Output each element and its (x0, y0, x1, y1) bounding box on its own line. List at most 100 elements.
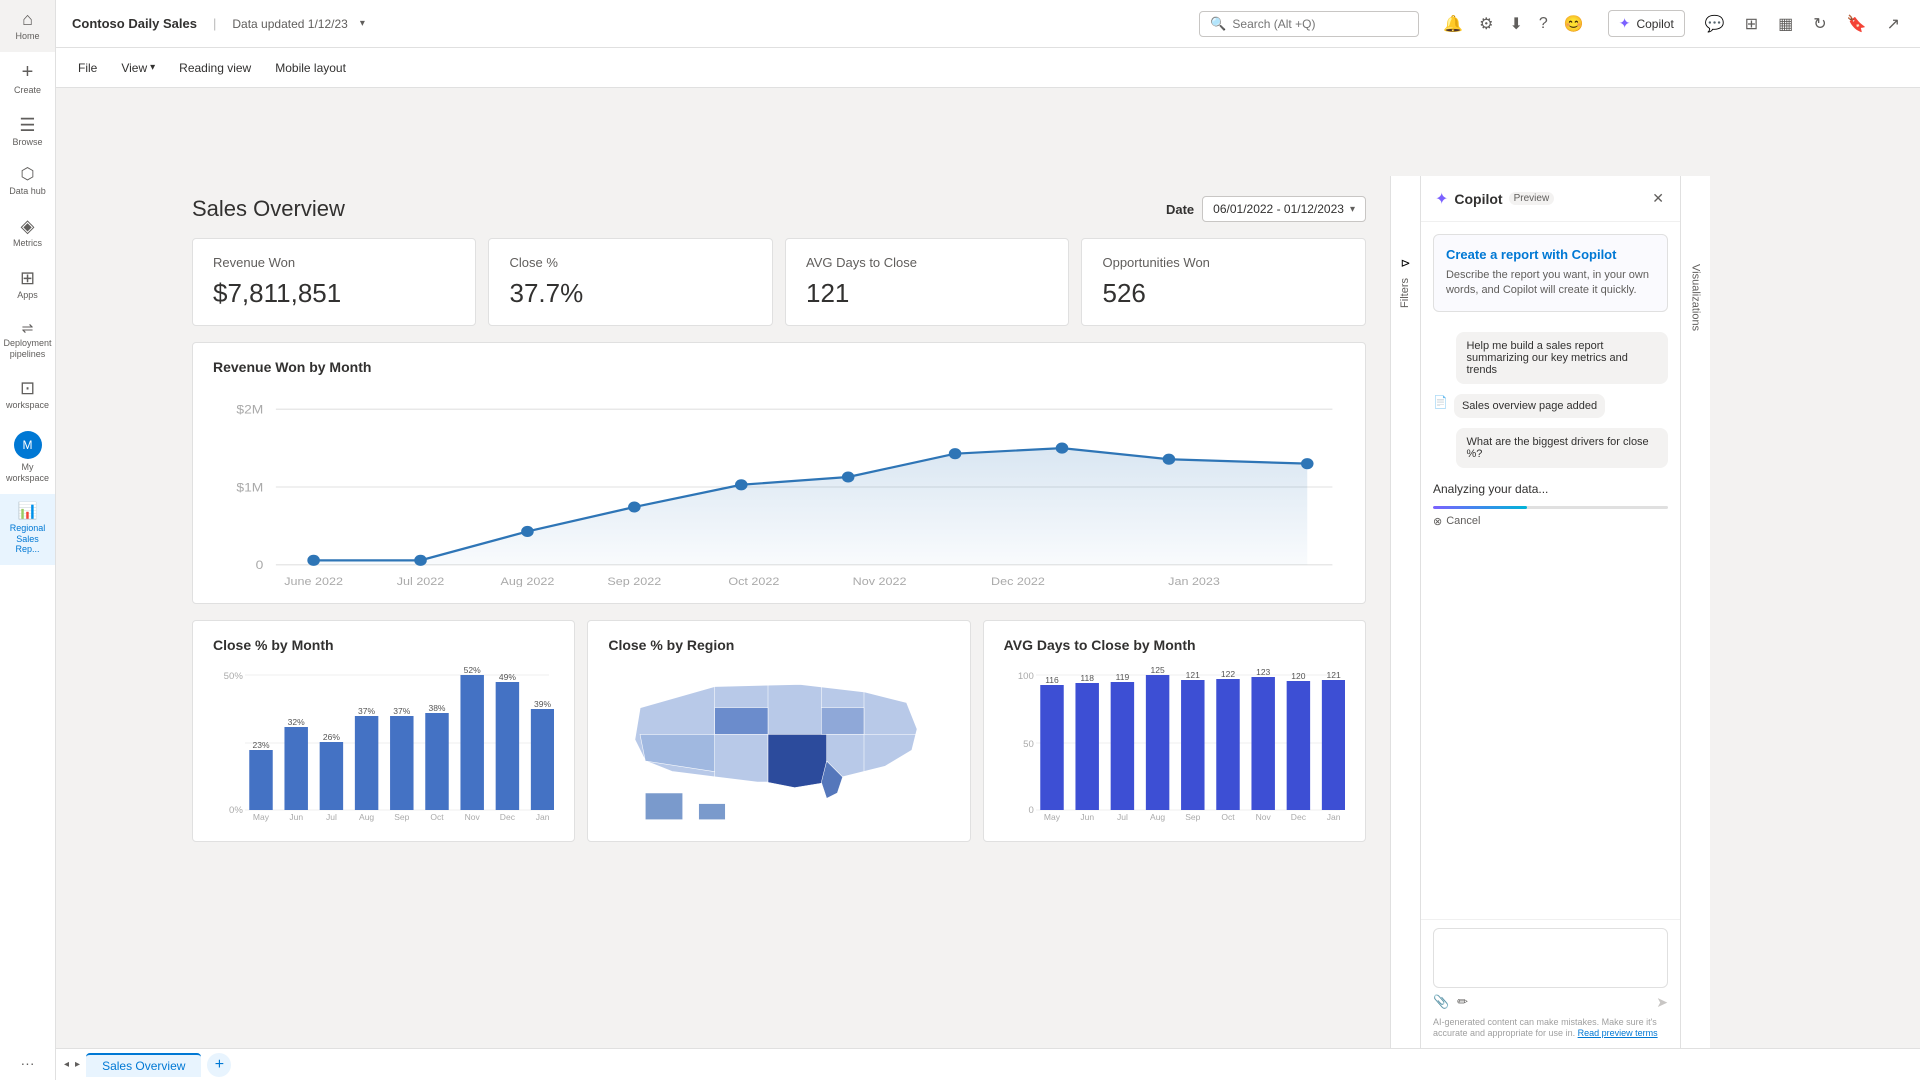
comment-icon[interactable]: 💬 (1701, 10, 1729, 38)
svg-text:Jan: Jan (1326, 813, 1340, 822)
sidebar-item-create[interactable]: + Create (0, 52, 55, 106)
kpi-label-avgdays: AVG Days to Close (806, 255, 1049, 270)
svg-text:49%: 49% (499, 673, 517, 682)
copilot-user-msg-1: Help me build a sales report summarizing… (1456, 332, 1668, 384)
search-input[interactable] (1232, 17, 1392, 31)
sidebar-item-myworkspace[interactable]: M Myworkspace (0, 421, 55, 494)
mobile-layout-label: Mobile layout (275, 61, 346, 75)
bookmark-icon[interactable]: 🔖 (1843, 10, 1871, 38)
refresh-icon[interactable]: ↻ (1809, 10, 1830, 38)
reading-view-btn[interactable]: Reading view (169, 57, 261, 79)
topbar-meta-chevron[interactable]: ▾ (360, 18, 365, 29)
attach-icon[interactable]: 📎 (1433, 994, 1449, 1010)
svg-text:Sep: Sep (1185, 813, 1201, 822)
copilot-progress-bar (1433, 506, 1527, 509)
svg-text:$2M: $2M (236, 402, 263, 416)
regional-icon: 📊 (18, 504, 38, 520)
view-options-icon[interactable]: ⊞ (1741, 10, 1762, 38)
share-icon[interactable]: ↗ (1883, 10, 1904, 38)
line-chart-card: Revenue Won by Month $2M $1M 0 (192, 342, 1366, 604)
copilot-input-icons: 📎 ✏ (1433, 994, 1468, 1010)
add-tab-button[interactable]: + (207, 1053, 231, 1077)
svg-text:123: 123 (1256, 668, 1271, 677)
visualizations-panel[interactable]: Visualizations (1680, 176, 1710, 1048)
sidebar-item-more[interactable]: ··· (0, 1046, 55, 1080)
svg-text:50%: 50% (224, 671, 243, 681)
sidebar-item-datahub[interactable]: ⬡ Data hub (0, 157, 55, 207)
svg-text:Oct: Oct (1221, 813, 1235, 822)
bottom-charts-row: Close % by Month 50% 0% 23% (192, 620, 1366, 842)
sidebar-item-browse[interactable]: ☰ Browse (0, 106, 55, 158)
copilot-create-title[interactable]: Create a report with Copilot (1446, 247, 1655, 262)
kpi-row: Revenue Won $7,811,851 Close % 37.7% AVG… (192, 238, 1366, 326)
copilot-create-card: Create a report with Copilot Describe th… (1433, 234, 1668, 312)
svg-text:120: 120 (1291, 672, 1306, 681)
copilot-footer: 📎 ✏ ➤ AI-generated content can make mist… (1421, 919, 1680, 1048)
sidebar-label-create: Create (14, 85, 41, 96)
copilot-title: Copilot (1454, 191, 1502, 207)
viz-label[interactable]: Visualizations (1689, 256, 1701, 339)
metrics-icon: ◈ (21, 217, 35, 235)
tab-sales-overview[interactable]: Sales Overview (86, 1053, 201, 1077)
svg-text:38%: 38% (428, 704, 446, 713)
svg-text:Sep: Sep (394, 813, 410, 822)
sidebar-item-regional[interactable]: 📊 RegionalSales Rep... (0, 494, 55, 565)
toolbar: File View ▾ Reading view Mobile layout (56, 48, 1920, 88)
svg-text:Aug: Aug (359, 813, 375, 822)
settings-icon[interactable]: ⚙ (1475, 10, 1497, 38)
sidebar-item-apps[interactable]: ⊞ Apps (0, 259, 55, 311)
copilot-system-msg-1: 📄 Sales overview page added (1433, 394, 1668, 418)
sidebar-item-deployment[interactable]: ⇌ Deploymentpipelines (0, 311, 55, 370)
sidebar-label-myworkspace: Myworkspace (6, 462, 49, 484)
copilot-header: ✦ Copilot Preview ✕ (1421, 176, 1680, 222)
copilot-send-button[interactable]: ➤ (1656, 994, 1668, 1011)
edit-icon[interactable]: ✏ (1457, 994, 1468, 1010)
feedback-icon[interactable]: 😊 (1560, 10, 1588, 38)
cancel-label: Cancel (1446, 515, 1480, 527)
topbar-title: Contoso Daily Sales (72, 16, 197, 31)
copilot-input-actions: 📎 ✏ ➤ (1433, 994, 1668, 1011)
svg-text:100: 100 (1018, 671, 1034, 681)
search-box[interactable]: 🔍 (1199, 11, 1419, 37)
tab-nav-next[interactable]: ▸ (75, 1059, 80, 1070)
sidebar-item-metrics[interactable]: ◈ Metrics (0, 207, 55, 259)
sidebar-item-home[interactable]: ⌂ Home (0, 0, 55, 52)
date-range-picker[interactable]: 06/01/2022 - 01/12/2023 ▾ (1202, 196, 1366, 222)
svg-text:Nov: Nov (1255, 813, 1271, 822)
filters-label[interactable]: Filters (1399, 270, 1411, 316)
notifications-icon[interactable]: 🔔 (1439, 10, 1467, 38)
file-menu[interactable]: File (68, 57, 107, 79)
copilot-messages: Help me build a sales report summarizing… (1421, 324, 1680, 919)
kpi-value-close: 37.7% (509, 278, 752, 309)
mobile-layout-btn[interactable]: Mobile layout (265, 57, 356, 79)
sidebar: ⌂ Home + Create ☰ Browse ⬡ Data hub ◈ Me… (0, 0, 56, 1080)
copilot-topbar-button[interactable]: ✦ Copilot (1608, 10, 1685, 37)
file-label: File (78, 61, 97, 75)
svg-text:Aug: Aug (1150, 813, 1166, 822)
layout-icon[interactable]: ▦ (1774, 10, 1797, 38)
filters-panel[interactable]: ⊳ Filters (1390, 176, 1420, 1048)
svg-text:122: 122 (1221, 670, 1236, 679)
close-pct-month-chart: 50% 0% 23% 32% 26% (213, 665, 554, 825)
svg-text:May: May (1044, 813, 1061, 822)
copilot-close-button[interactable]: ✕ (1650, 188, 1666, 209)
tab-nav-prev[interactable]: ◂ (64, 1059, 69, 1070)
copilot-logo-icon: ✦ (1435, 189, 1448, 209)
view-menu[interactable]: View ▾ (111, 57, 165, 79)
copilot-cancel-button[interactable]: ⊗ Cancel (1433, 515, 1668, 528)
download-icon[interactable]: ⬇ (1505, 10, 1526, 38)
svg-text:$1M: $1M (236, 480, 263, 494)
avg-days-month-card: AVG Days to Close by Month 100 50 0 116 (983, 620, 1366, 842)
svg-text:118: 118 (1080, 674, 1094, 683)
help-icon[interactable]: ? (1535, 11, 1552, 37)
view-label: View (121, 61, 147, 75)
svg-text:Jul: Jul (1117, 813, 1128, 822)
map-svg (608, 665, 949, 825)
copilot-preview-badge: Preview (1509, 192, 1555, 205)
svg-text:Dec: Dec (1290, 813, 1305, 822)
sidebar-item-workspaces[interactable]: ⊡ workspace (0, 369, 55, 421)
kpi-value-avgdays: 121 (806, 278, 1049, 309)
copilot-input-area[interactable] (1433, 928, 1668, 988)
avg-days-month-title: AVG Days to Close by Month (1004, 637, 1345, 653)
copilot-preview-link[interactable]: Read preview terms (1578, 1028, 1658, 1038)
